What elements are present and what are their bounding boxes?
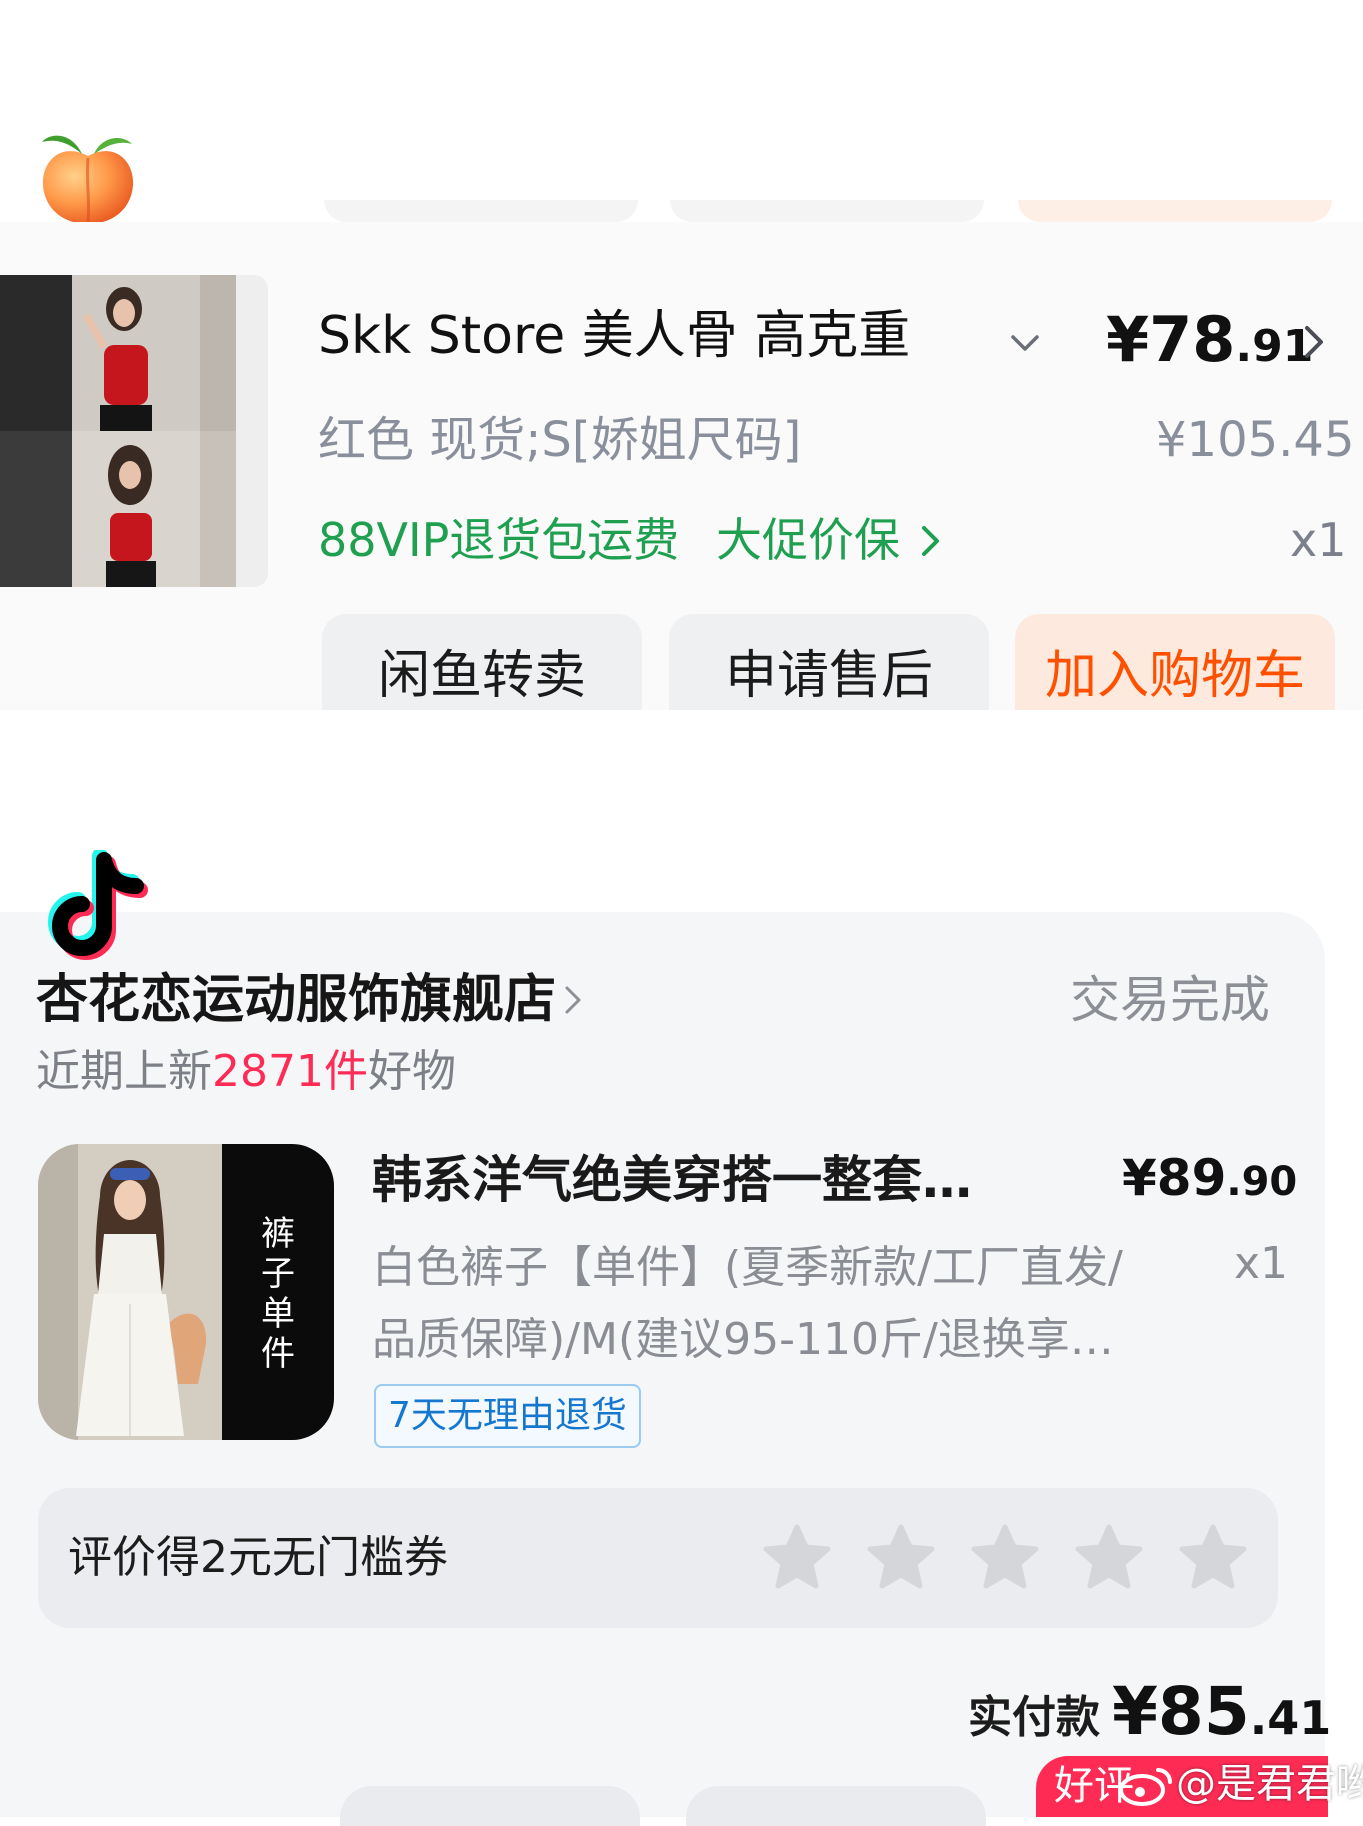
watermark-text: @是君君哟 [1176,1761,1363,1807]
amount-paid: ¥85.41 [1112,1672,1331,1758]
new-arrivals-prefix: 近期上新 [36,1046,212,1097]
product-spec: 红色 现货;S[娇姐尺码] [318,412,802,468]
hidden-button-bottom-2 [686,1786,986,1826]
product-photo-top [0,275,236,431]
hidden-button-top-3 [1018,200,1332,222]
new-arrivals-suffix: 好物 [367,1046,456,1097]
star-icon[interactable] [1178,1522,1248,1592]
hidden-button-top-2 [670,200,984,222]
weibo-logo-icon [1119,1768,1172,1806]
star-icon[interactable] [1074,1522,1144,1592]
product-photo-bottom [0,431,236,587]
star-icon[interactable] [866,1522,936,1592]
chevron-right-icon[interactable] [918,522,944,560]
after-sale-button[interactable]: 申请售后 [669,614,989,710]
amount-paid-decimal: .41 [1249,1691,1332,1745]
original-price: ¥105.45 [1156,412,1355,468]
product-spec-line2: 品质保障)/M(建议95-110斤/退换享… [372,1314,1114,1365]
product-spec-line1: 白色裤子【单件】(夏季新款/工厂直发/ [372,1242,1123,1293]
new-arrivals-count: 2871件 [212,1046,368,1097]
return-shipping-service[interactable]: 88VIP退货包运费 [318,508,679,572]
amount-paid-main: ¥85 [1112,1673,1250,1750]
amount-paid-label: 实付款 [968,1692,1100,1743]
store-name[interactable]: 杏花恋运动服饰旗舰店 [36,968,556,1032]
hidden-button-top-1 [324,200,638,222]
product-spec: 白色裤子【单件】(夏季新款/工厂直发/ 品质保障)/M(建议95-110斤/退换… [372,1232,1132,1376]
product-thumbnail[interactable]: 裤子单件 [38,1144,334,1440]
resell-button[interactable]: 闲鱼转卖 [322,614,642,710]
tiktok-icon [48,850,148,960]
product-price: ¥78.91 [1106,300,1313,380]
product-photo [38,1144,222,1440]
review-prompt-text: 评价得2元无门槛券 [68,1532,448,1583]
product-tag-label: 裤子单件 [222,1214,334,1374]
product-tag-char: 子 [261,1254,295,1294]
price-protection-link[interactable]: 大促价保 [716,508,900,572]
add-to-cart-button[interactable]: 加入购物车 [1015,614,1335,710]
price-decimal: .90 [1226,1159,1298,1205]
quantity: x1 [1290,513,1347,567]
return-policy-badge: 7天无理由退货 [374,1384,641,1448]
hidden-button-bottom-1 [340,1786,640,1826]
product-tag-char: 件 [261,1334,295,1374]
star-icon[interactable] [762,1522,832,1592]
product-tag-char: 裤 [261,1214,295,1254]
quantity: x1 [1234,1238,1289,1289]
star-icon[interactable] [970,1522,1040,1592]
product-title[interactable]: 韩系洋气绝美穿搭一整套… [372,1148,1040,1212]
product-tag-char: 单 [261,1294,295,1334]
peach-icon [42,135,134,223]
chevron-right-icon[interactable] [562,980,586,1020]
price-main: ¥78 [1106,303,1236,376]
product-title[interactable]: Skk Store 美人骨 高克重 [318,300,996,372]
new-arrivals-text[interactable]: 近期上新2871件好物 [36,1042,456,1102]
product-price: ¥89.90 [1122,1146,1297,1214]
chevron-right-icon[interactable] [1300,322,1328,362]
product-thumbnail[interactable] [0,275,268,587]
order-status: 交易完成 [1070,971,1270,1029]
price-main: ¥89 [1122,1149,1227,1207]
chevron-down-icon[interactable] [1008,326,1042,360]
